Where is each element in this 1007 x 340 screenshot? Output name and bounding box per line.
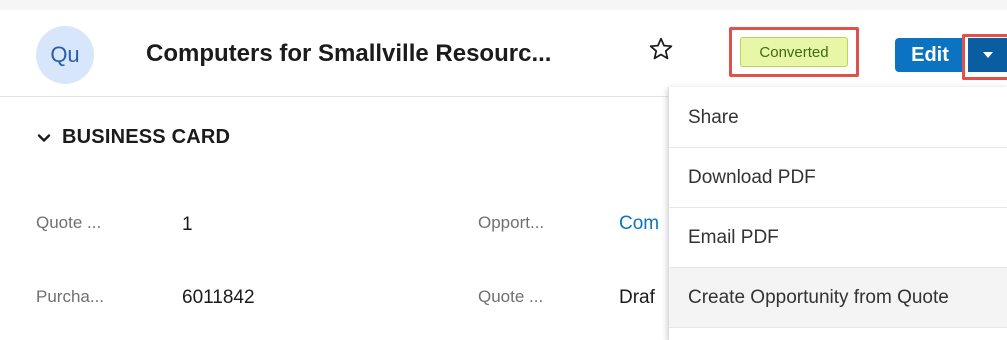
favorite-star-icon[interactable]	[648, 36, 674, 62]
menu-item-share[interactable]: Share	[669, 88, 1007, 148]
module-avatar: Qu	[36, 26, 94, 84]
edit-button[interactable]: Edit	[895, 38, 965, 72]
chevron-down-icon	[37, 133, 51, 142]
purchase-order-label: Purcha...	[36, 287, 105, 306]
business-card-section-toggle[interactable]: BUSINESS CARD	[36, 126, 230, 149]
quote-number-label: Quote ...	[36, 213, 102, 232]
record-view: Qu Computers for Smallville Resourc... C…	[0, 0, 1007, 340]
record-title: Computers for Smallville Resourc...	[146, 40, 552, 67]
top-strip	[0, 0, 1007, 10]
quote-stage-label: Quote ...	[478, 287, 544, 306]
section-title: BUSINESS CARD	[62, 126, 231, 148]
quote-number-value: 1	[182, 214, 193, 235]
status-badge: Converted	[740, 37, 848, 67]
menu-item-create-opportunity[interactable]: Create Opportunity from Quote	[669, 268, 1007, 328]
menu-item-download-pdf[interactable]: Download PDF	[669, 148, 1007, 208]
opportunity-link[interactable]: Com	[619, 213, 659, 235]
quote-stage-value: Draf	[619, 287, 655, 308]
purchase-order-value: 6011842	[182, 287, 255, 308]
menu-item-email-pdf[interactable]: Email PDF	[669, 208, 1007, 268]
actions-dropdown-button[interactable]	[968, 38, 1007, 72]
actions-dropdown-menu: Share Download PDF Email PDF Create Oppo…	[668, 87, 1007, 340]
opportunity-label: Opport...	[478, 213, 545, 232]
caret-down-icon	[982, 52, 993, 58]
record-header: Qu Computers for Smallville Resourc... C…	[0, 10, 1007, 97]
